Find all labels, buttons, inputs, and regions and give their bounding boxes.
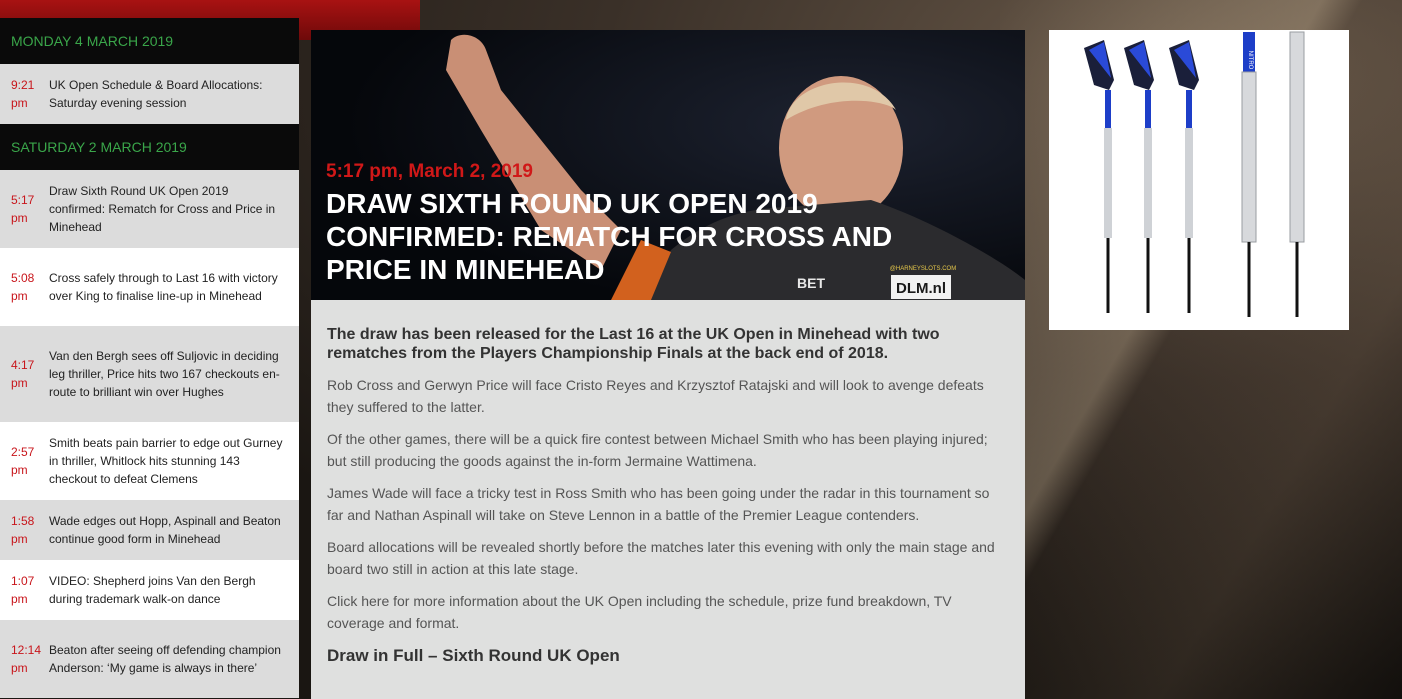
news-timeline-sidebar: MONDAY 4 MARCH 2019 9:21 pm UK Open Sche… (0, 18, 299, 699)
paragraph-with-link[interactable]: Click here for more information about th… (327, 590, 1009, 634)
darts-advert[interactable]: NITRO (1049, 30, 1349, 330)
news-title-link[interactable]: Wade edges out Hopp, Aspinall and Beaton… (49, 500, 299, 560)
hero-image: DLM.nl BET @HARNEYSLOTS.COM 5:17 pm, Mar… (311, 30, 1025, 300)
news-title-link[interactable]: VIDEO: Shepherd joins Van den Bergh duri… (49, 560, 299, 620)
dart-icon (1084, 40, 1114, 313)
article-body: The draw has been released for the Last … (311, 300, 1025, 666)
dart-barrel-icon: NITRO (1241, 32, 1257, 317)
dart-barrel-icon (1289, 31, 1305, 317)
article: DLM.nl BET @HARNEYSLOTS.COM 5:17 pm, Mar… (311, 30, 1025, 699)
news-time: 12:14 pm (11, 643, 42, 675)
list-item[interactable]: 4:17 pm Van den Bergh sees off Suljovic … (0, 326, 299, 422)
news-time: 4:17 pm (11, 358, 35, 390)
news-time: 2:57 pm (11, 445, 35, 477)
article-lead: The draw has been released for the Last … (327, 326, 940, 362)
article-date: 5:17 pm, March 2, 2019 (326, 161, 533, 182)
paragraph: Board allocations will be revealed short… (327, 539, 995, 577)
list-item[interactable]: 5:17 pm Draw Sixth Round UK Open 2019 co… (0, 170, 299, 248)
news-time: 5:17 pm (11, 193, 35, 225)
news-title-link[interactable]: UK Open Schedule & Board Allocations: Sa… (49, 64, 299, 124)
dart-icon (1124, 40, 1154, 313)
news-time: 1:07 pm (11, 574, 35, 606)
paragraph: James Wade will face a tricky test in Ro… (327, 485, 990, 523)
paragraph: Rob Cross and Gerwyn Price will face Cri… (327, 377, 984, 415)
darts-product-image: NITRO (1084, 31, 1305, 317)
paragraph: Of the other games, there will be a quic… (327, 431, 988, 469)
news-title-link[interactable]: Cross safely through to Last 16 with vic… (49, 248, 299, 326)
list-item[interactable]: 2:57 pm Smith beats pain barrier to edge… (0, 422, 299, 500)
article-headline: Draw Sixth Round UK Open 2019 confirmed:… (326, 188, 893, 285)
list-item[interactable]: 12:14 pm Beaton after seeing off defendi… (0, 620, 299, 698)
news-time: 9:21 pm (11, 78, 35, 110)
news-title-link[interactable]: Beaton after seeing off defending champi… (49, 620, 299, 698)
list-item[interactable]: 9:21 pm UK Open Schedule & Board Allocat… (0, 64, 299, 124)
list-item[interactable]: 1:58 pm Wade edges out Hopp, Aspinall an… (0, 500, 299, 560)
news-title-link[interactable]: Van den Bergh sees off Suljovic in decid… (49, 326, 299, 422)
news-title-link[interactable]: Smith beats pain barrier to edge out Gur… (49, 422, 299, 500)
news-title-link[interactable]: Draw Sixth Round UK Open 2019 confirmed:… (49, 170, 299, 248)
article-subheading: Draw in Full – Sixth Round UK Open (327, 646, 620, 665)
list-item[interactable]: 1:07 pm VIDEO: Shepherd joins Van den Be… (0, 560, 299, 620)
news-time: 5:08 pm (11, 271, 35, 303)
day-header: SATURDAY 2 MARCH 2019 (0, 124, 299, 170)
list-item[interactable]: 5:08 pm Cross safely through to Last 16 … (0, 248, 299, 326)
news-time: 1:58 pm (11, 514, 35, 546)
ad-brand-text: NITRO (1247, 51, 1253, 70)
day-header: MONDAY 4 MARCH 2019 (0, 18, 299, 64)
dart-icon (1169, 40, 1199, 313)
